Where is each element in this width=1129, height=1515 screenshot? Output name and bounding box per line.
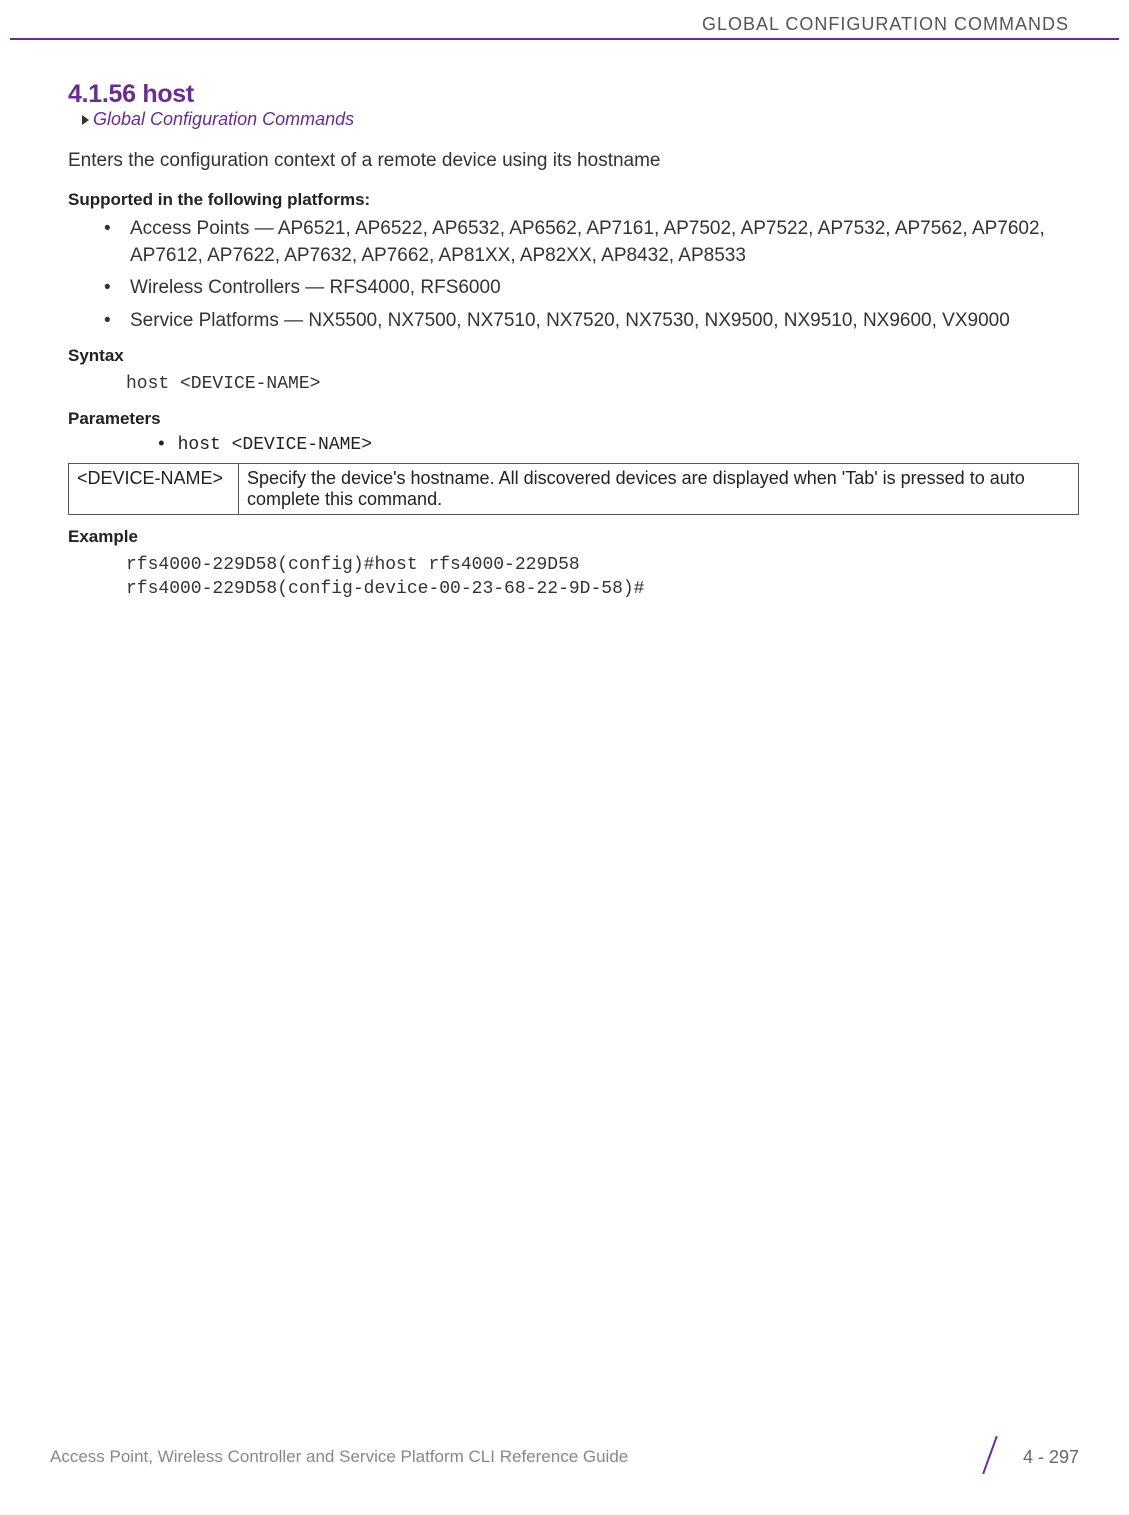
syntax-heading: Syntax [68, 346, 1079, 366]
breadcrumb: Global Configuration Commands [82, 109, 1079, 130]
param-name-cell: <DEVICE-NAME> [69, 463, 239, 514]
list-item: Wireless Controllers — RFS4000, RFS6000 [104, 275, 1079, 302]
page-content: 4.1.56 host Global Configuration Command… [68, 80, 1079, 607]
slash-icon [977, 1439, 1005, 1475]
header-rule [10, 38, 1119, 40]
footer-page-wrap: 4 - 297 [977, 1439, 1079, 1475]
supported-list: Access Points — AP6521, AP6522, AP6532, … [68, 216, 1079, 334]
list-item: Access Points — AP6521, AP6522, AP6532, … [104, 216, 1079, 269]
parameter-line: • host <DEVICE-NAME> [156, 435, 1079, 455]
parameter-table: <DEVICE-NAME> Specify the device's hostn… [68, 463, 1079, 515]
syntax-code: host <DEVICE-NAME> [126, 372, 1079, 396]
section-heading: 4.1.56 host [68, 80, 1079, 109]
footer-guide-title: Access Point, Wireless Controller and Se… [50, 1447, 628, 1467]
breadcrumb-text: Global Configuration Commands [93, 109, 354, 130]
chevron-right-icon [82, 115, 89, 125]
list-item: Service Platforms — NX5500, NX7500, NX75… [104, 308, 1079, 335]
chapter-header: GLOBAL CONFIGURATION COMMANDS [0, 14, 1129, 35]
page-footer: Access Point, Wireless Controller and Se… [50, 1439, 1079, 1475]
example-heading: Example [68, 527, 1079, 547]
intro-paragraph: Enters the configuration context of a re… [68, 150, 1079, 172]
table-row: <DEVICE-NAME> Specify the device's hostn… [69, 463, 1079, 514]
footer-page-number: 4 - 297 [1023, 1447, 1079, 1468]
supported-heading: Supported in the following platforms: [68, 190, 1079, 210]
parameters-heading: Parameters [68, 409, 1079, 429]
param-desc-cell: Specify the device's hostname. All disco… [239, 463, 1079, 514]
example-code: rfs4000-229D58(config)#host rfs4000-229D… [126, 553, 1079, 602]
